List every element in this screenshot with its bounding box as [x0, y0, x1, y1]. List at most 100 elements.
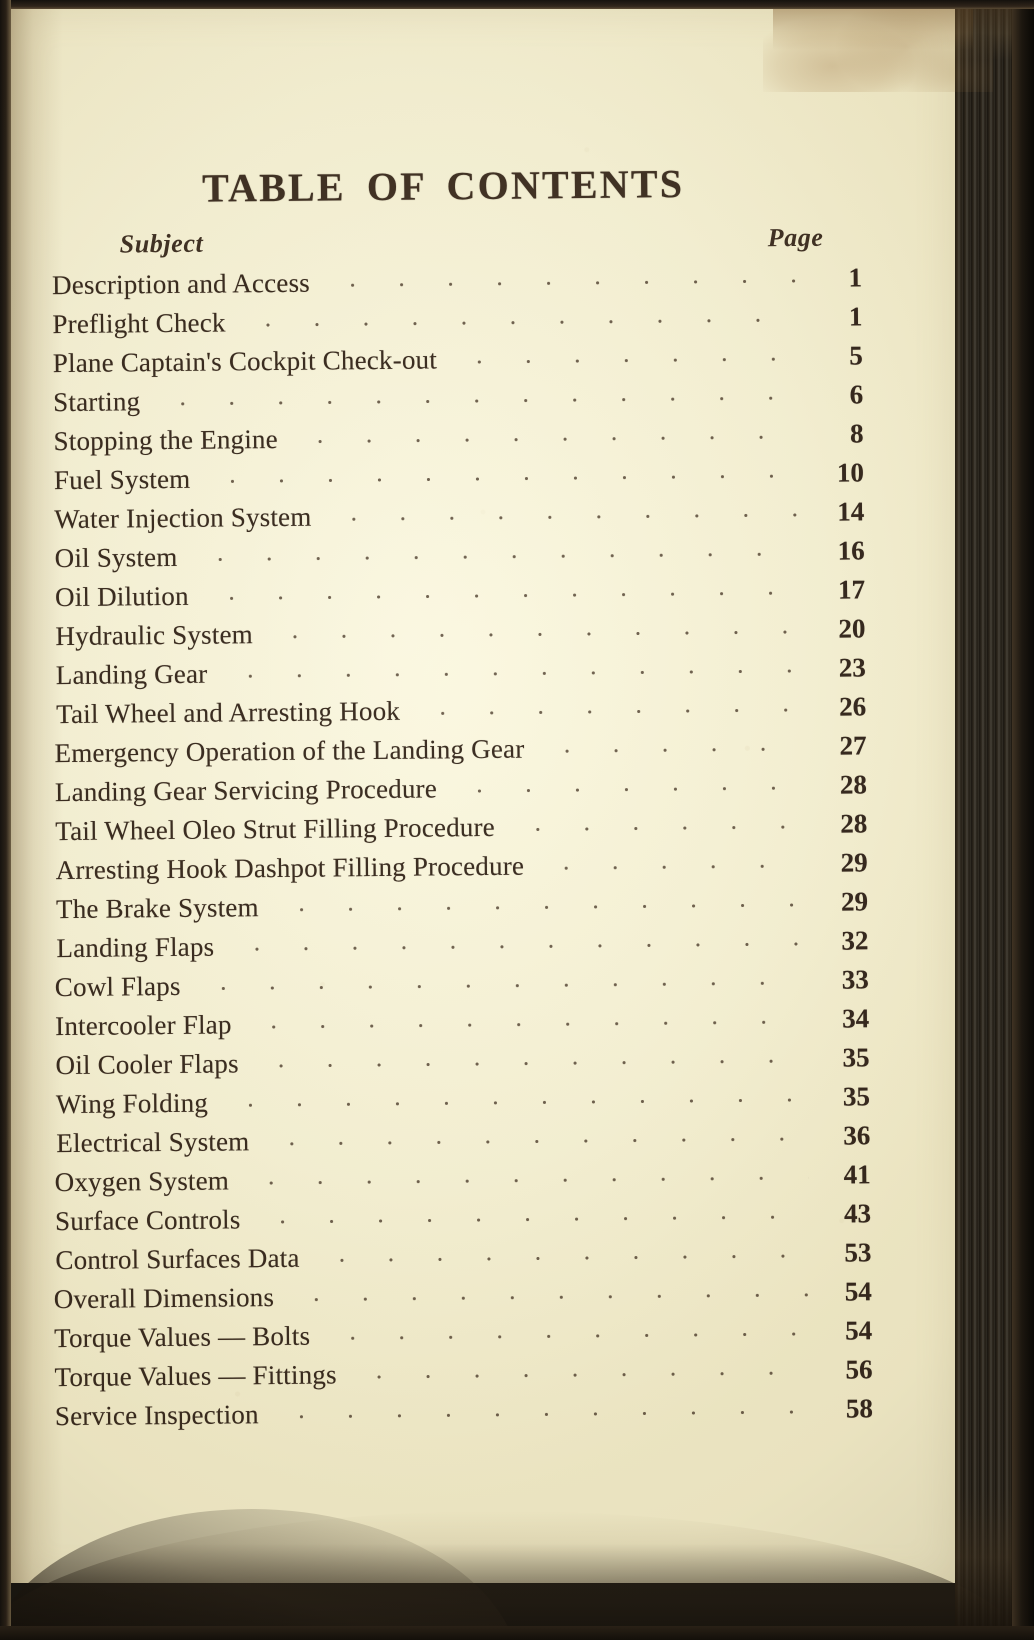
toc-entry-page-number: 26	[839, 691, 867, 722]
toc-dot-leader	[195, 544, 802, 566]
toc-entry-subject: Control Surfaces Data	[55, 1242, 300, 1276]
toc-entry-subject: Preflight Check	[52, 307, 226, 340]
scan-border-right	[1012, 0, 1034, 1640]
toc-entry-subject: Fuel System	[53, 463, 191, 496]
column-header-page: Page	[767, 222, 824, 253]
page-edges-texture	[955, 0, 1012, 1640]
toc-entry-subject: Oxygen System	[54, 1165, 230, 1198]
toc-entry-page-number: 8	[849, 418, 864, 449]
toc-entry-page-number: 14	[837, 496, 865, 527]
toc-entry-page-number: 6	[849, 379, 864, 410]
toc-entry-subject: The Brake System	[55, 892, 259, 925]
toc-entry-row[interactable]: Service Inspection 58	[55, 1393, 874, 1440]
page-edges-top-shadow	[955, 0, 1012, 60]
toc-dot-leader	[226, 1090, 808, 1112]
toc-entry-page-number: 29	[840, 886, 869, 917]
toc-entry-page-number: 23	[838, 652, 866, 683]
toc-dot-leader	[250, 1012, 808, 1033]
toc-entry-subject: Landing Gear Servicing Procedure	[54, 773, 438, 808]
toc-entry-subject: Plane Captain's Cockpit Check-out	[52, 344, 438, 379]
toc-entry-page-number: 53	[844, 1237, 872, 1268]
toc-entry-page-number: 27	[839, 730, 867, 761]
toc-dot-leader	[292, 1285, 810, 1306]
scanned-page-image: TABLE OF CONTENTS Subject Page Descripti…	[0, 0, 1034, 1640]
toc-entry-subject: Tail Wheel Oleo Strut Filling Procedure	[55, 811, 496, 847]
toc-dot-leader	[207, 583, 803, 605]
column-header-subject: Subject	[119, 228, 204, 259]
toc-entry-page-number: 10	[836, 457, 865, 488]
toc-entry-subject: Overall Dimensions	[53, 1282, 275, 1315]
page-edges-bottom-shadow	[955, 1490, 1012, 1640]
toc-entry-subject: Starting	[53, 386, 141, 418]
toc-entry-subject: Torque Values — Bolts	[54, 1320, 311, 1354]
toc-dot-leader	[208, 466, 802, 488]
toc-dot-leader	[232, 934, 806, 956]
toc-entry-page-number: 43	[843, 1198, 872, 1229]
toc-entry-subject: Intercooler Flap	[55, 1009, 232, 1042]
toc-dot-leader	[258, 1207, 809, 1228]
toc-dot-leader	[225, 661, 804, 683]
toc-entry-subject: Torque Values — Fittings	[54, 1359, 337, 1393]
toc-dot-leader	[296, 427, 802, 448]
toc-dot-leader	[247, 1168, 809, 1189]
toc-dot-leader	[277, 1402, 811, 1423]
toc-entry-page-number: 35	[842, 1081, 871, 1112]
toc-entry-page-number: 1	[848, 262, 863, 293]
toc-entry-subject: Cowl Flaps	[54, 970, 181, 1003]
toc-entry-subject: Description and Access	[51, 267, 311, 301]
toc-entry-page-number: 41	[843, 1159, 871, 1190]
toc-entry-page-number: 36	[843, 1120, 871, 1151]
toc-dot-leader	[542, 739, 804, 758]
toc-entry-page-number: 32	[841, 925, 869, 956]
toc-entry-subject: Landing Flaps	[56, 931, 215, 964]
page-content: TABLE OF CONTENTS Subject Page Descripti…	[3, 4, 962, 1588]
table-of-contents-list: Description and Access 1 Preflight Check 1 P…	[52, 262, 873, 1440]
scan-border-left	[0, 0, 11, 1640]
toc-dot-leader	[199, 973, 807, 995]
toc-dot-leader	[244, 310, 801, 331]
toc-dot-leader	[257, 1051, 808, 1072]
toc-entry-subject: Tail Wheel and Arresting Hook	[56, 695, 401, 730]
toc-entry-subject: Landing Gear	[55, 658, 208, 691]
toc-dot-leader	[513, 817, 806, 836]
toc-entry-page-number: 28	[839, 769, 868, 800]
table-header-row: Subject Page	[52, 222, 852, 264]
book-page-edges	[955, 0, 1012, 1640]
toc-entry-page-number: 35	[842, 1042, 870, 1073]
toc-dot-leader	[328, 1324, 810, 1345]
toc-entry-subject: Wing Folding	[55, 1087, 209, 1120]
toc-entry-page-number: 58	[845, 1393, 874, 1424]
toc-entry-page-number: 56	[845, 1354, 873, 1385]
toc-entry-page-number: 33	[841, 964, 869, 995]
toc-entry-page-number: 1	[848, 301, 863, 332]
toc-entry-page-number: 20	[838, 613, 866, 644]
page-title: TABLE OF CONTENTS	[201, 161, 685, 211]
scan-border-bottom	[0, 1626, 1034, 1640]
toc-entry-subject: Service Inspection	[54, 1399, 259, 1432]
toc-dot-leader	[329, 505, 802, 526]
toc-dot-leader	[328, 271, 800, 292]
toc-entry-page-number: 16	[837, 535, 865, 566]
toc-entry-page-number: 34	[842, 1003, 870, 1034]
book-page: TABLE OF CONTENTS Subject Page Descripti…	[0, 0, 1031, 1640]
toc-dot-leader	[318, 1246, 810, 1267]
toc-entry-subject: Arresting Hook Dashpot Filling Procedure	[55, 850, 525, 886]
toc-entry-page-number: 54	[845, 1315, 873, 1346]
toc-entry-subject: Stopping the Engine	[53, 423, 279, 457]
toc-dot-leader	[542, 856, 806, 875]
toc-dot-leader	[267, 1129, 808, 1150]
toc-entry-subject: Oil Cooler Flaps	[55, 1048, 239, 1081]
toc-entry-page-number: 5	[849, 340, 863, 371]
toc-entry-page-number: 17	[837, 574, 866, 605]
toc-entry-subject: Surface Controls	[54, 1204, 241, 1237]
toc-entry-subject: Water Injection System	[54, 501, 312, 535]
toc-entry-subject: Electrical System	[56, 1126, 250, 1159]
toc-dot-leader	[271, 622, 804, 643]
toc-dot-leader	[418, 700, 804, 720]
toc-entry-page-number: 28	[840, 808, 868, 839]
toc-dot-leader	[455, 778, 805, 797]
toc-entry-subject: Emergency Operation of the Landing Gear	[54, 733, 525, 769]
toc-entry-subject: Hydraulic System	[55, 619, 254, 652]
toc-entry-subject: Oil System	[54, 541, 178, 574]
toc-dot-leader	[277, 895, 806, 916]
